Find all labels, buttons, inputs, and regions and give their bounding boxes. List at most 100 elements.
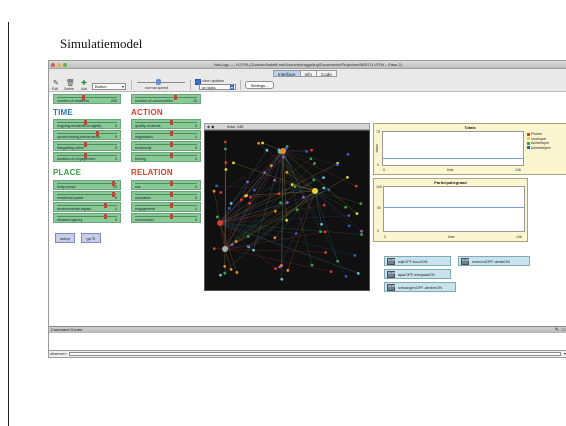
speed-slider-track[interactable] — [137, 82, 185, 83]
agent-node — [347, 214, 351, 217]
agent-node — [280, 277, 284, 281]
agent-node — [329, 270, 333, 274]
toolbar-separator — [240, 80, 241, 90]
agent-node — [360, 233, 363, 236]
agent-node — [295, 208, 299, 212]
x-max-tick: 146 — [515, 168, 521, 172]
slider-number-of-residents[interactable]: number-of-residents 200 — [53, 94, 121, 104]
switch-toggle-icon: On Off — [387, 271, 395, 278]
tab-info[interactable]: Info — [299, 70, 318, 77]
slider-place-4[interactable]: situated-agency 4 — [53, 213, 121, 223]
slider-time-4[interactable]: duration-of-engagement 3 — [53, 152, 121, 162]
slider-action-2[interactable]: negotiation 4 — [131, 130, 201, 140]
tab-code[interactable]: Code — [316, 70, 337, 77]
plot-title: Participatiegraad — [434, 180, 467, 185]
delete-icon[interactable]: 🗑 — [66, 79, 75, 87]
switch-toggle-icon: On Off — [387, 284, 395, 291]
add-icon[interactable]: ✚ — [81, 79, 87, 87]
x-min-tick: 0 — [384, 235, 386, 239]
agent-node — [281, 155, 285, 159]
switch-wijk-buurt[interactable]: On Off wijkOFF-buurtON — [384, 256, 451, 266]
agent-node — [212, 247, 216, 251]
agent-node — [219, 191, 223, 194]
slider-action-4[interactable]: belong 4 — [131, 152, 201, 162]
chevron-down-icon: ▾ — [121, 84, 124, 89]
agent-node — [257, 141, 261, 145]
agent-node — [355, 212, 359, 215]
tab-interface[interactable]: Interface — [273, 70, 301, 77]
command-center-title: Command Center — [51, 327, 83, 332]
slider-place-2[interactable]: emotional-space 6 — [53, 191, 121, 201]
settings-button[interactable]: Settings... — [245, 81, 274, 89]
agent-node — [224, 168, 228, 171]
forever-icon: ↻ — [92, 236, 96, 241]
slider-place-3[interactable]: environmental-impact 4 — [53, 202, 121, 212]
agent-node — [319, 230, 322, 234]
network-link — [282, 150, 307, 152]
slider-relation-2[interactable]: reputation 4 — [131, 191, 201, 201]
slide-frame-line — [8, 22, 9, 426]
slider-action-3[interactable]: reciprocity 4 — [131, 141, 201, 151]
slider-time-3[interactable]: integrating-rythm 3 — [53, 141, 121, 151]
command-center-header: Command Center ✎ ▭ — [49, 326, 566, 333]
go-button[interactable]: go ↻ — [81, 233, 101, 243]
setup-button[interactable]: setup — [55, 233, 75, 243]
y-max-tick: 75 — [376, 130, 380, 134]
command-input[interactable] — [69, 352, 561, 356]
slider-label: number-of-residents — [57, 99, 90, 103]
agent-node — [324, 251, 327, 254]
agent-node — [278, 265, 282, 269]
slider-time-2[interactable]: synchronizing-performance 5 — [53, 130, 121, 140]
network-link — [224, 248, 332, 272]
switch-apar-integraal[interactable]: On Off aparOFF-integraalON — [384, 269, 451, 279]
agent-node — [353, 253, 357, 257]
agent-node — [248, 201, 251, 205]
agent-node — [285, 218, 288, 222]
section-time-heading: TIME — [53, 108, 73, 117]
agent-node — [285, 201, 289, 205]
slider-number-of-communities[interactable]: number-of-communities 15 — [131, 94, 201, 104]
widget-type-select[interactable]: Button ▾ — [92, 83, 126, 90]
slider-relation-4[interactable]: communion 4 — [131, 213, 201, 223]
community-hub-node — [312, 188, 318, 194]
edit-icon[interactable]: ✎ — [53, 79, 59, 87]
agent-node — [312, 178, 316, 182]
network-link — [314, 190, 350, 227]
slider-action-1[interactable]: quality-of-deeds 4 — [131, 119, 201, 129]
ticks-counter: ticks: 145 — [227, 125, 244, 129]
slider-relation-1[interactable]: risk 4 — [131, 180, 201, 190]
world-view[interactable] — [204, 130, 370, 291]
agent-node — [322, 176, 325, 180]
plot-area — [382, 131, 524, 166]
agent-node — [354, 184, 358, 188]
network-link — [219, 156, 284, 224]
x-axis-label: time — [448, 235, 455, 239]
plot-title: Totals — [464, 125, 476, 130]
slider-knob[interactable] — [174, 95, 177, 100]
agent-node — [293, 185, 297, 189]
network-links — [213, 142, 362, 280]
slider-relation-3[interactable]: engagement 4 — [131, 202, 201, 212]
update-mode-select[interactable]: on ticks ▾ — [199, 84, 236, 90]
agent-node — [309, 157, 313, 161]
chevron-down-icon: ▾ — [229, 85, 234, 90]
switch-ontvangen-derden[interactable]: On Off ontvangenOFF-derdenON — [384, 282, 456, 292]
agent-node — [274, 267, 277, 271]
legend-item: Achterblijver — [527, 146, 551, 151]
section-relation-heading: RELATION — [131, 168, 173, 177]
switch-evenred-derde[interactable]: On Off evenredOFF-derdeON — [458, 256, 530, 266]
slider-time-1[interactable]: ongoing-residents-to-signify 3 — [53, 119, 121, 129]
agent-node — [261, 141, 264, 145]
agent-node — [322, 203, 326, 207]
agent-node — [279, 201, 283, 205]
agent-node — [232, 161, 235, 165]
agent-node — [286, 269, 290, 272]
observer-label[interactable]: observer> — [50, 352, 67, 356]
agent-node — [263, 171, 267, 175]
slider-place-1[interactable]: body-sense 13 — [53, 180, 121, 190]
section-action-heading: ACTION — [131, 108, 163, 117]
section-place-heading: PLACE — [53, 168, 82, 177]
view-controls-icon[interactable]: ◈ ◆ — [207, 124, 214, 129]
world-view-header: ◈ ◆ ticks: 145 — [204, 123, 370, 130]
speed-slider-thumb[interactable] — [156, 79, 161, 85]
